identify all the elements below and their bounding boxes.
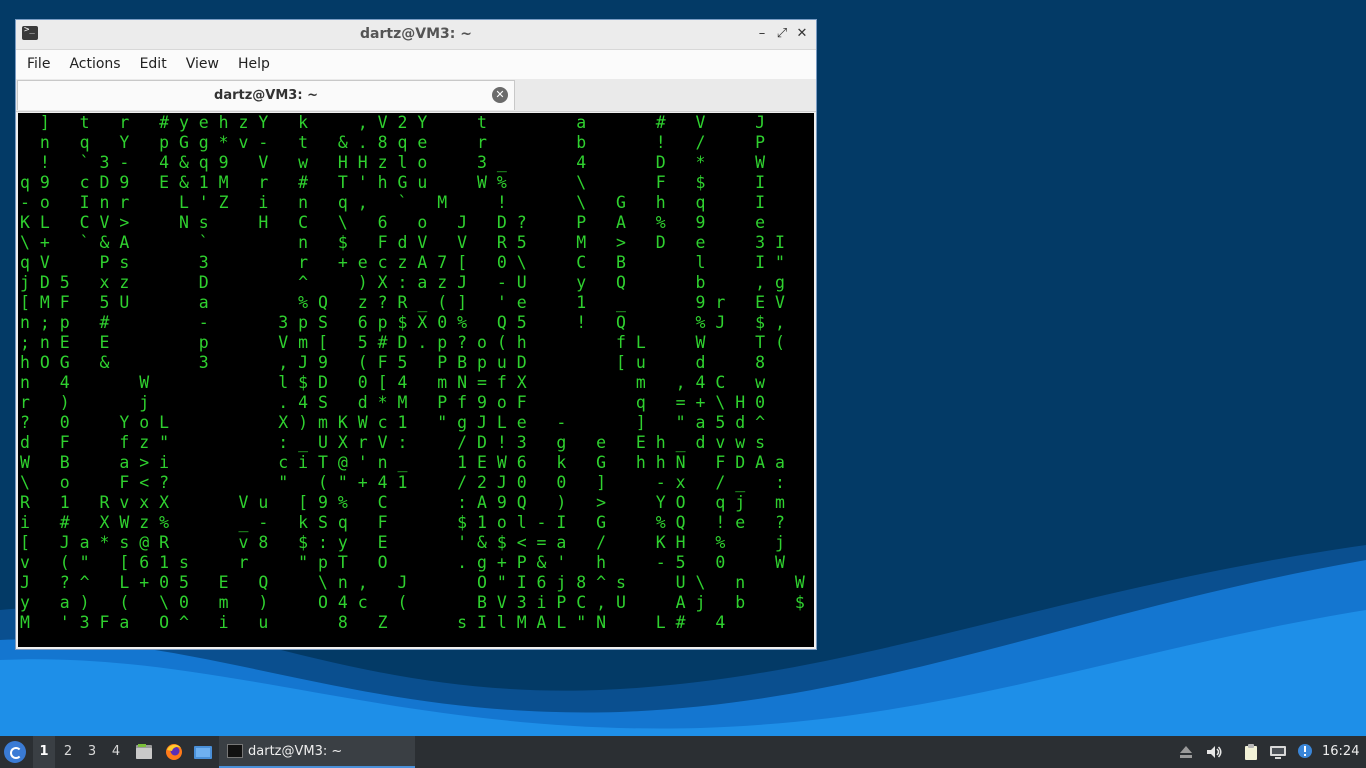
menu-actions[interactable]: Actions: [61, 50, 128, 79]
terminal-line: ; n E E p V m [ 5 # D . p ? o ( h f L W …: [20, 333, 785, 352]
terminal-line: v ( " [ 6 1 s r " p T O . g + P & ' h - …: [20, 553, 785, 572]
clipboard-icon[interactable]: [1242, 743, 1260, 761]
volume-icon[interactable]: [1205, 743, 1223, 761]
tab-title: dartz@VM3: ~: [214, 88, 318, 103]
close-button[interactable]: ✕: [792, 24, 812, 44]
taskbar-terminal-task[interactable]: dartz@VM3: ~: [219, 736, 415, 768]
terminal-line: ? 0 Y o L X ) m K W c 1 " g J L e - ] " …: [20, 413, 766, 432]
terminal-line: q 9 c D 9 E & 1 M r # T ' h G u W % \ F …: [20, 173, 766, 192]
clock: 16:24: [1322, 744, 1360, 759]
title-bar[interactable]: dartz@VM3: ~ – ⤢ ✕: [16, 20, 816, 50]
terminal-line: [ M F 5 U a % Q z ? R _ ( ] ' e 1 _ 9 r …: [20, 293, 785, 312]
terminal-line: \ o F < ? " ( " + 4 1 / 2 J 0 0 ] - x / …: [20, 473, 785, 492]
tab-bar: dartz@VM3: ~ ✕: [16, 79, 816, 112]
workspace-3[interactable]: 3: [81, 736, 103, 768]
task-label: dartz@VM3: ~: [248, 744, 343, 759]
terminal-line: d F f z " : _ U X r V : / D ! 3 g e E h …: [20, 433, 766, 452]
taskbar: 1 2 3 4 dartz@VM3: ~ 16:24: [0, 736, 1366, 768]
terminal-text: ] t r # y e h z Y k , V 2 Y t a # V J n …: [18, 113, 814, 633]
terminal-line: J ? ^ L + 0 5 E Q \ n , J O " I 6 j 8 ^ …: [20, 573, 805, 592]
eject-icon[interactable]: [1177, 743, 1195, 761]
workspace-2[interactable]: 2: [57, 736, 79, 768]
terminal-line: R 1 R v x X V u [ 9 % C : A 9 Q ) > Y O …: [20, 493, 785, 512]
terminal-line: W B a > i c i T @ ' n _ 1 E W 6 k G h h …: [20, 453, 785, 472]
menu-file[interactable]: File: [19, 50, 58, 79]
firefox-icon[interactable]: [164, 742, 184, 762]
terminal-task-icon: [227, 744, 243, 758]
lubuntu-start-icon[interactable]: [4, 741, 26, 763]
terminal-line: r ) j . 4 S d * M P f 9 o F q = + \ H 0: [20, 393, 766, 412]
maximize-button[interactable]: ⤢: [772, 24, 792, 44]
terminal-line: ! ` 3 - 4 & q 9 V w H H z l o 3 _ 4 D * …: [20, 153, 766, 172]
menu-edit[interactable]: Edit: [132, 50, 175, 79]
terminal-line: K L C V > N s H C \ 6 o J D ? P A % 9 e: [20, 213, 766, 232]
terminal-line: i # X W z % _ - k S q F $ 1 o l - I G % …: [20, 513, 785, 532]
file-manager-icon[interactable]: [134, 742, 154, 762]
terminal-line: \ + ` & A ` n $ F d V V R 5 M > D e 3 I: [20, 233, 785, 252]
menu-view[interactable]: View: [178, 50, 227, 79]
terminal-line: n q Y p G g * v - t & . 8 q e r b ! / P: [20, 133, 766, 152]
terminal-line: M ' 3 F a O ^ i u 8 Z s I l M A L " N L …: [20, 613, 726, 632]
terminal-window: dartz@VM3: ~ – ⤢ ✕ FileActionsEditViewHe…: [15, 19, 817, 650]
terminal-line: ] t r # y e h z Y k , V 2 Y t a # V J: [20, 113, 766, 132]
terminal-line: j D 5 x z D ^ ) X : a z J - U y Q b , g: [20, 273, 785, 292]
window-title: dartz@VM3: ~: [360, 26, 472, 42]
terminal-line: n 4 W l $ D 0 [ 4 m N = f X m , 4 C w: [20, 373, 766, 392]
workspace-4[interactable]: 4: [105, 736, 127, 768]
minimize-button[interactable]: –: [752, 24, 772, 44]
network-icon[interactable]: [1269, 743, 1287, 761]
menu-help[interactable]: Help: [230, 50, 278, 79]
terminal-line: [ J a * s @ R v 8 $ : y E ' & $ < = a / …: [20, 533, 785, 552]
update-notifier-icon[interactable]: [1296, 743, 1314, 761]
workspace-1[interactable]: 1: [33, 736, 55, 768]
terminal-line: q V P s 3 r + e c z A 7 [ 0 \ C B l I ": [20, 253, 785, 272]
terminal-tab[interactable]: dartz@VM3: ~ ✕: [17, 80, 515, 110]
tab-close-icon[interactable]: ✕: [492, 87, 508, 103]
terminal-line: n ; p # - 3 p S 6 p $ X 0 % Q 5 ! Q % J …: [20, 313, 785, 332]
terminal-line: - o I n r L ' Z i n q , ` M ! \ G h q I: [20, 193, 766, 212]
terminal-line: y a ) ( \ 0 m ) O 4 c ( B V 3 i P C , U …: [20, 593, 805, 612]
menu-bar: File Actions Edit View Help: [16, 50, 816, 79]
terminal-output[interactable]: ] t r # y e h z Y k , V 2 Y t a # V J n …: [18, 113, 814, 647]
terminal-line: h O G & 3 , J 9 ( F 5 P B p u D [ u d 8: [20, 353, 766, 372]
show-desktop-icon[interactable]: [193, 742, 213, 762]
